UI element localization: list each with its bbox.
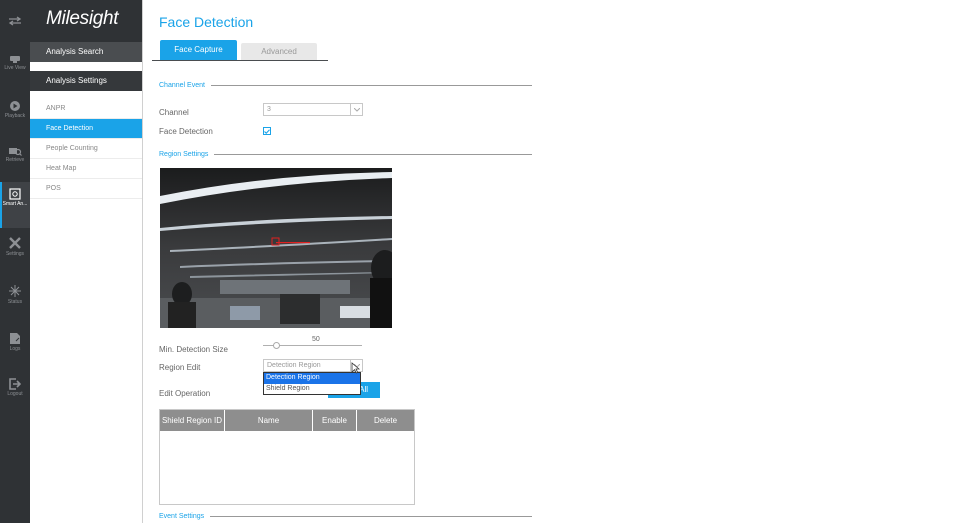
sidebar-list: ANPR Face Detection People Counting Heat… (30, 91, 142, 199)
rail-logout[interactable]: Logout (0, 372, 30, 418)
page-title: Face Detection (159, 14, 254, 30)
rail-label: Smart An... (2, 201, 28, 207)
brand-logo: Milesight (46, 8, 119, 29)
rail-smart-analysis[interactable]: Smart An... (0, 182, 30, 228)
main-content: Face Detection Face Capture Advanced Cha… (144, 0, 955, 523)
rail-label: Logout (7, 391, 23, 397)
smart-analysis-icon (9, 188, 21, 200)
face-detection-checkbox[interactable] (263, 127, 271, 135)
edit-operation-label: Edit Operation (159, 389, 211, 398)
min-detection-size-label: Min. Detection Size (159, 345, 228, 354)
face-detection-label: Face Detection (159, 127, 213, 136)
rail-live-view[interactable]: Live View (0, 48, 30, 94)
region-edit-value: Detection Region (267, 362, 321, 369)
divider (210, 85, 532, 86)
sidebar-group-analysis-settings[interactable]: Analysis Settings (30, 71, 142, 91)
rail-label: Retrieve (5, 157, 25, 163)
sidebar-item-pos[interactable]: POS (30, 179, 142, 199)
camera-feed-image (160, 168, 392, 328)
settings-icon (9, 237, 21, 249)
sidebar-item-face-detection[interactable]: Face Detection (30, 119, 142, 139)
sidebar-item-heat-map[interactable]: Heat Map (30, 159, 142, 179)
logo-bar: Milesight (30, 0, 142, 42)
column-header-enable: Enable (313, 410, 357, 431)
min-detection-size-slider[interactable] (263, 342, 362, 349)
rail-label: Playback (4, 113, 26, 119)
camera-preview[interactable] (160, 168, 392, 328)
channel-select[interactable]: 3 (263, 103, 363, 116)
section-title: Region Settings (159, 151, 209, 158)
tab-face-capture[interactable]: Face Capture (160, 40, 237, 60)
swap-arrows-icon (8, 16, 22, 26)
section-region-settings: Region Settings (159, 151, 532, 158)
slider-handle[interactable] (273, 342, 281, 349)
column-header-name: Name (225, 410, 313, 431)
region-edit-dropdown: Detection Region Shield Region (263, 372, 361, 395)
channel-value: 3 (267, 106, 271, 113)
min-detection-size-value: 50 (312, 336, 320, 343)
logout-icon (9, 378, 21, 390)
rail-playback[interactable]: Playback (0, 94, 30, 140)
rail-label: Live View (4, 65, 26, 71)
shield-region-table: Shield Region ID Name Enable Delete (159, 409, 415, 505)
camera-icon (10, 56, 20, 63)
section-title: Channel Event (159, 82, 205, 89)
region-edit-label: Region Edit (159, 363, 201, 372)
section-event-settings: Event Settings (159, 513, 532, 520)
dropdown-option-detection-region[interactable]: Detection Region (264, 373, 360, 384)
sidebar-item-people-counting[interactable]: People Counting (30, 139, 142, 159)
app-window: { "brand": "Milesight", "rail": { "items… (0, 0, 955, 523)
menu-toggle-button[interactable] (0, 0, 30, 42)
retrieve-icon (9, 148, 22, 156)
icon-rail: Live View Playback Retrieve Smart An... … (0, 0, 30, 523)
section-title: Event Settings (159, 513, 205, 520)
mouse-cursor-icon (351, 362, 360, 374)
logs-icon (10, 333, 20, 344)
divider (214, 154, 532, 155)
column-header-shield-region-id: Shield Region ID (160, 410, 225, 431)
sidebar-group-analysis-search[interactable]: Analysis Search (30, 42, 142, 62)
dropdown-option-shield-region[interactable]: Shield Region (264, 384, 360, 395)
rail-settings[interactable]: Settings (0, 230, 30, 276)
sidebar-item-anpr[interactable]: ANPR (30, 99, 142, 119)
rail-label: Logs (9, 346, 21, 352)
divider (210, 516, 532, 517)
column-header-delete: Delete (373, 416, 398, 425)
tab-advanced[interactable]: Advanced (241, 43, 317, 60)
table-header: Shield Region ID Name Enable Delete (160, 410, 414, 431)
rail-logs[interactable]: Logs (0, 326, 30, 372)
tab-bar: Face Capture Advanced (152, 40, 328, 61)
status-icon (9, 285, 21, 297)
section-channel-event: Channel Event (159, 82, 532, 89)
sidebar: Milesight Analysis Search Analysis Setti… (30, 0, 143, 523)
rail-label: Status (7, 299, 23, 305)
region-edit-select[interactable]: Detection Region (263, 359, 363, 372)
checkmark-icon (264, 128, 270, 134)
playback-icon (10, 101, 20, 111)
rail-label: Settings (5, 251, 25, 257)
rail-retrieve[interactable]: Retrieve (0, 140, 30, 186)
chevron-down-icon (350, 104, 362, 115)
channel-label: Channel (159, 108, 189, 117)
rail-status[interactable]: Status (0, 278, 30, 324)
